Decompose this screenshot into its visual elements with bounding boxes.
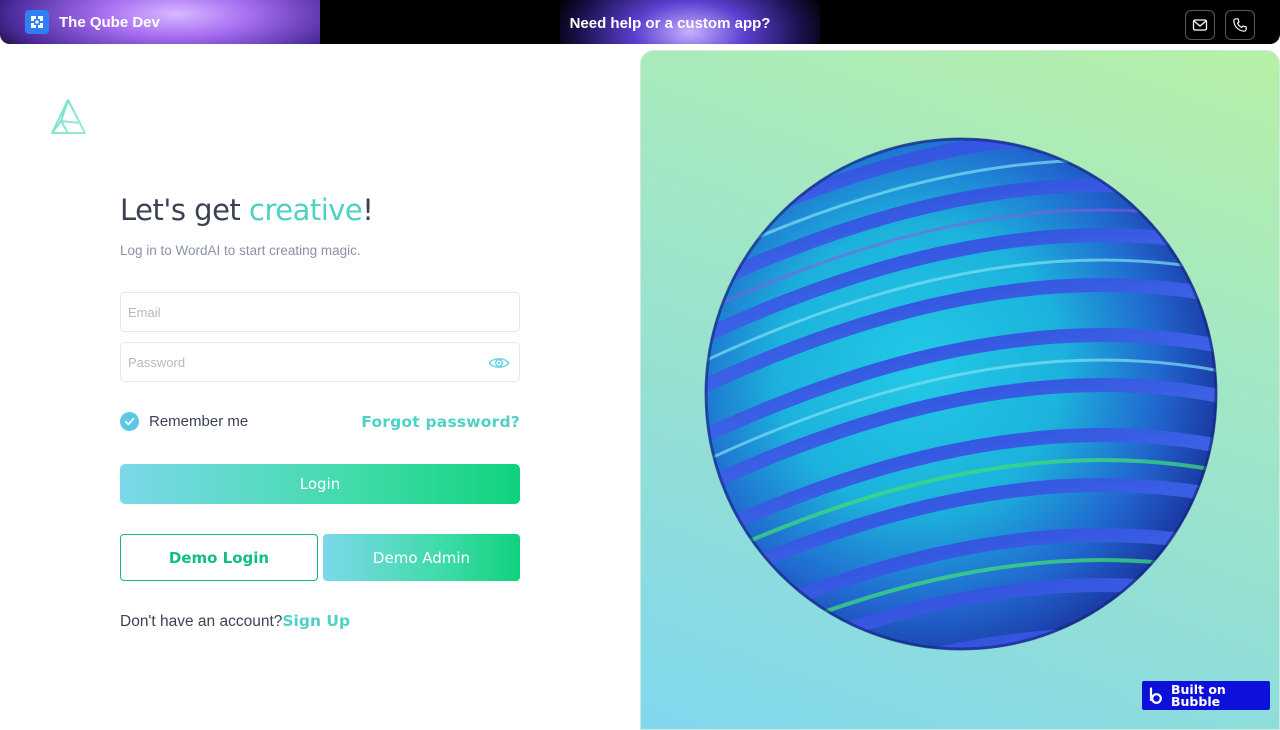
built-on-bubble-label: Built on Bubble [1171,681,1226,709]
wordai-logo-icon [51,99,86,134]
promo-banner: The Qube Dev Need help or a custom app? [0,0,1280,44]
remember-me-label: Remember me [149,413,249,430]
check-icon [124,417,135,426]
demo-login-button[interactable]: Demo Login [120,534,318,581]
login-button[interactable]: Login [120,464,520,504]
page-subtitle: Log in to WordAI to start creating magic… [120,243,361,258]
password-field-wrapper [120,342,520,382]
email-field[interactable] [121,293,519,331]
hero-panel [640,50,1280,730]
built-on-bubble-badge[interactable]: Built on Bubble [1142,681,1270,710]
password-field[interactable] [121,343,519,381]
no-account-text: Don't have an account? [120,613,283,630]
forgot-password-link[interactable]: Forgot password? [361,413,520,431]
title-suffix: ! [362,193,374,227]
title-accent: creative [249,193,363,227]
email-button[interactable] [1185,10,1215,40]
signup-prompt: Don't have an account? Sign Up [120,612,350,631]
email-field-wrapper [120,292,520,332]
bubble-logo-icon [1149,686,1162,704]
demo-admin-button[interactable]: Demo Admin [323,534,520,581]
page-title: Let's get creative! [120,193,374,227]
phone-icon [1233,18,1247,32]
remember-me[interactable]: Remember me [120,412,248,431]
swirl-sphere-illustration [704,137,1218,651]
remember-me-checkbox[interactable] [120,412,139,431]
banner-headline[interactable]: Need help or a custom app? [0,15,1280,32]
phone-button[interactable] [1225,10,1255,40]
mail-icon [1192,19,1208,31]
show-password-eye-icon[interactable] [488,353,510,373]
signup-link[interactable]: Sign Up [282,612,350,630]
title-prefix: Let's get [120,193,249,227]
